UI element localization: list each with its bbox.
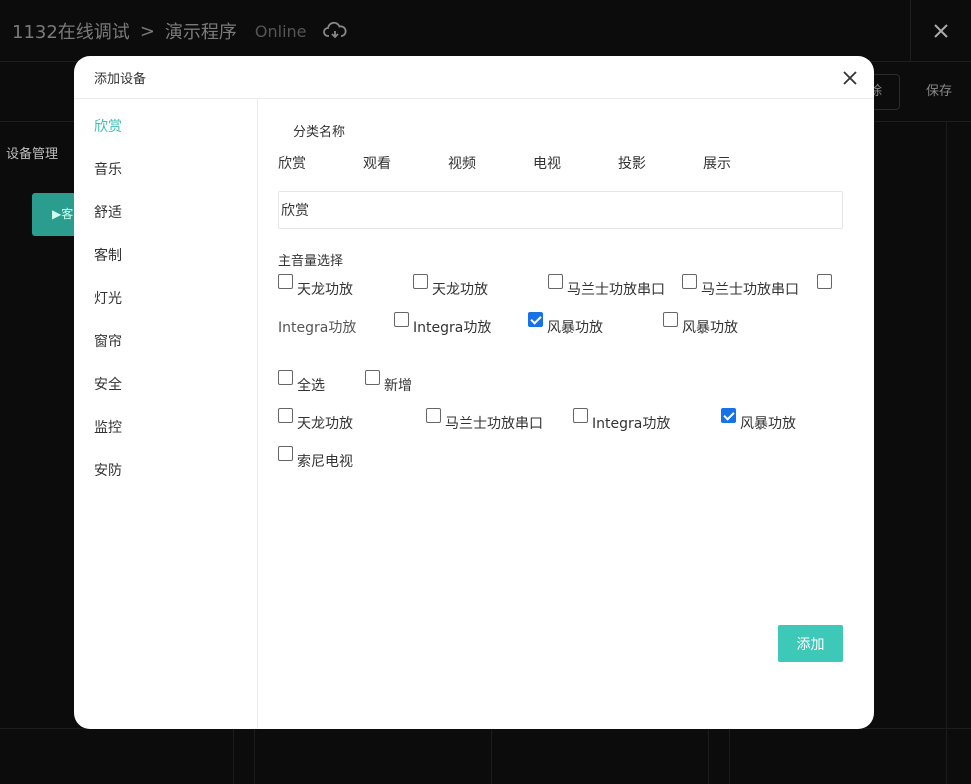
checkbox-label: 天龙功放 xyxy=(297,282,353,298)
volume-option-checkbox[interactable]: 马兰士功放串口 xyxy=(548,274,665,299)
checkbox-box-checked[interactable] xyxy=(721,408,736,423)
close-icon[interactable] xyxy=(840,68,860,88)
device-option-checkbox[interactable]: 马兰士功放串口 xyxy=(426,408,543,433)
device-option-checkbox[interactable]: 风暴功放 xyxy=(721,408,796,433)
add-new-checkbox[interactable]: 新增 xyxy=(365,370,412,395)
sidebar-item-curtain[interactable]: 窗帘 xyxy=(94,331,122,351)
breadcrumb-separator: > xyxy=(139,20,155,42)
checkbox-box[interactable] xyxy=(573,408,588,423)
checkbox-label: 马兰士功放串口 xyxy=(445,416,543,432)
volume-option-checkbox[interactable] xyxy=(817,274,832,289)
volume-option-checkbox[interactable]: 风暴功放 xyxy=(528,312,603,337)
cloud-sync-icon[interactable] xyxy=(322,21,347,41)
add-device-dialog: 添加设备 欣赏 音乐 舒适 客制 灯光 窗帘 安全 监控 安防 分类名称 欣赏 … xyxy=(74,56,874,729)
breadcrumb-root[interactable]: 1132在线调试 xyxy=(12,18,130,44)
category-option[interactable]: 欣赏 xyxy=(278,153,306,173)
checkbox-label: 天龙功放 xyxy=(432,282,488,298)
checkbox-box[interactable] xyxy=(682,274,697,289)
category-option[interactable]: 电视 xyxy=(533,153,561,173)
sidebar-item-monitor[interactable]: 监控 xyxy=(94,417,122,437)
volume-option-checkbox[interactable]: 风暴功放 xyxy=(663,312,738,337)
checkbox-label: 马兰士功放串口 xyxy=(567,282,665,298)
breadcrumb: 1132在线调试 > 演示程序 Online xyxy=(12,18,347,44)
top-bar: 1132在线调试 > 演示程序 Online xyxy=(0,0,971,62)
select-all-checkbox[interactable]: 全选 xyxy=(278,370,325,395)
close-app-button[interactable] xyxy=(910,0,971,62)
breadcrumb-current: 演示程序 xyxy=(164,22,237,43)
checkbox-label: 天龙功放 xyxy=(297,416,353,432)
add-button[interactable]: 添加 xyxy=(778,625,843,662)
checkbox-label: 马兰士功放串口 xyxy=(701,282,799,298)
tab-device-manage[interactable]: 设备管理 xyxy=(6,143,58,162)
checkbox-label: Integra功放 xyxy=(413,320,492,336)
checkbox-box[interactable] xyxy=(278,274,293,289)
sidebar-item-safety[interactable]: 安全 xyxy=(94,374,122,394)
dialog-title: 添加设备 xyxy=(94,72,147,87)
checkbox-label: 风暴功放 xyxy=(682,320,738,336)
checkbox-label: 风暴功放 xyxy=(740,416,796,432)
close-icon xyxy=(934,24,948,38)
master-volume-label: 主音量选择 xyxy=(278,254,344,269)
checkbox-box[interactable] xyxy=(426,408,441,423)
checkbox-box[interactable] xyxy=(394,312,409,327)
checkbox-label: Integra功放 xyxy=(592,416,671,432)
checkbox-label: 全选 xyxy=(297,378,325,394)
category-name-input[interactable] xyxy=(278,191,843,229)
checkbox-label: 新增 xyxy=(384,378,412,394)
category-option[interactable]: 观看 xyxy=(363,153,391,173)
volume-option-checkbox[interactable]: Integra功放 xyxy=(394,312,491,337)
checkbox-box[interactable] xyxy=(663,312,678,327)
checkbox-label: 索尼电视 xyxy=(297,454,353,470)
category-option[interactable]: 投影 xyxy=(618,153,646,173)
device-option-checkbox[interactable]: 索尼电视 xyxy=(278,446,353,471)
category-option[interactable]: 视频 xyxy=(448,153,476,173)
checkbox-box[interactable] xyxy=(413,274,428,289)
device-option-checkbox[interactable]: Integra功放 xyxy=(573,408,670,433)
volume-option-checkbox[interactable]: 天龙功放 xyxy=(413,274,488,299)
sidebar-item-appreciate[interactable]: 欣赏 xyxy=(94,116,122,136)
save-button[interactable]: 保存 xyxy=(914,74,964,110)
checkbox-box[interactable] xyxy=(548,274,563,289)
device-option-checkbox[interactable]: 天龙功放 xyxy=(278,408,353,433)
sidebar-item-custom[interactable]: 客制 xyxy=(94,245,122,265)
category-sidebar: 欣赏 音乐 舒适 客制 灯光 窗帘 安全 监控 安防 xyxy=(74,99,258,729)
online-status: Online xyxy=(254,21,307,41)
category-option[interactable]: 展示 xyxy=(703,153,731,173)
checkbox-box[interactable] xyxy=(817,274,832,289)
checkbox-box-checked[interactable] xyxy=(528,312,543,327)
sidebar-item-comfort[interactable]: 舒适 xyxy=(94,202,122,222)
dialog-header: 添加设备 xyxy=(74,56,874,99)
checkbox-label: Integra功放 xyxy=(278,320,357,336)
checkbox-box[interactable] xyxy=(278,408,293,423)
sidebar-item-security[interactable]: 安防 xyxy=(94,460,122,480)
sidebar-item-lighting[interactable]: 灯光 xyxy=(94,288,122,308)
checkbox-box[interactable] xyxy=(365,370,380,385)
checkbox-box[interactable] xyxy=(278,370,293,385)
divider xyxy=(946,122,947,784)
checkbox-box[interactable] xyxy=(278,446,293,461)
dialog-content: 分类名称 欣赏 观看 视频 电视 投影 展示 主音量选择 天龙功放 天龙功放 马… xyxy=(278,99,874,729)
volume-option-checkbox[interactable]: 天龙功放 xyxy=(278,274,353,299)
checkbox-label: 风暴功放 xyxy=(547,320,603,336)
volume-option-checkbox[interactable]: 马兰士功放串口 xyxy=(682,274,799,299)
sidebar-item-music[interactable]: 音乐 xyxy=(94,159,122,179)
category-name-label: 分类名称 xyxy=(293,125,346,140)
